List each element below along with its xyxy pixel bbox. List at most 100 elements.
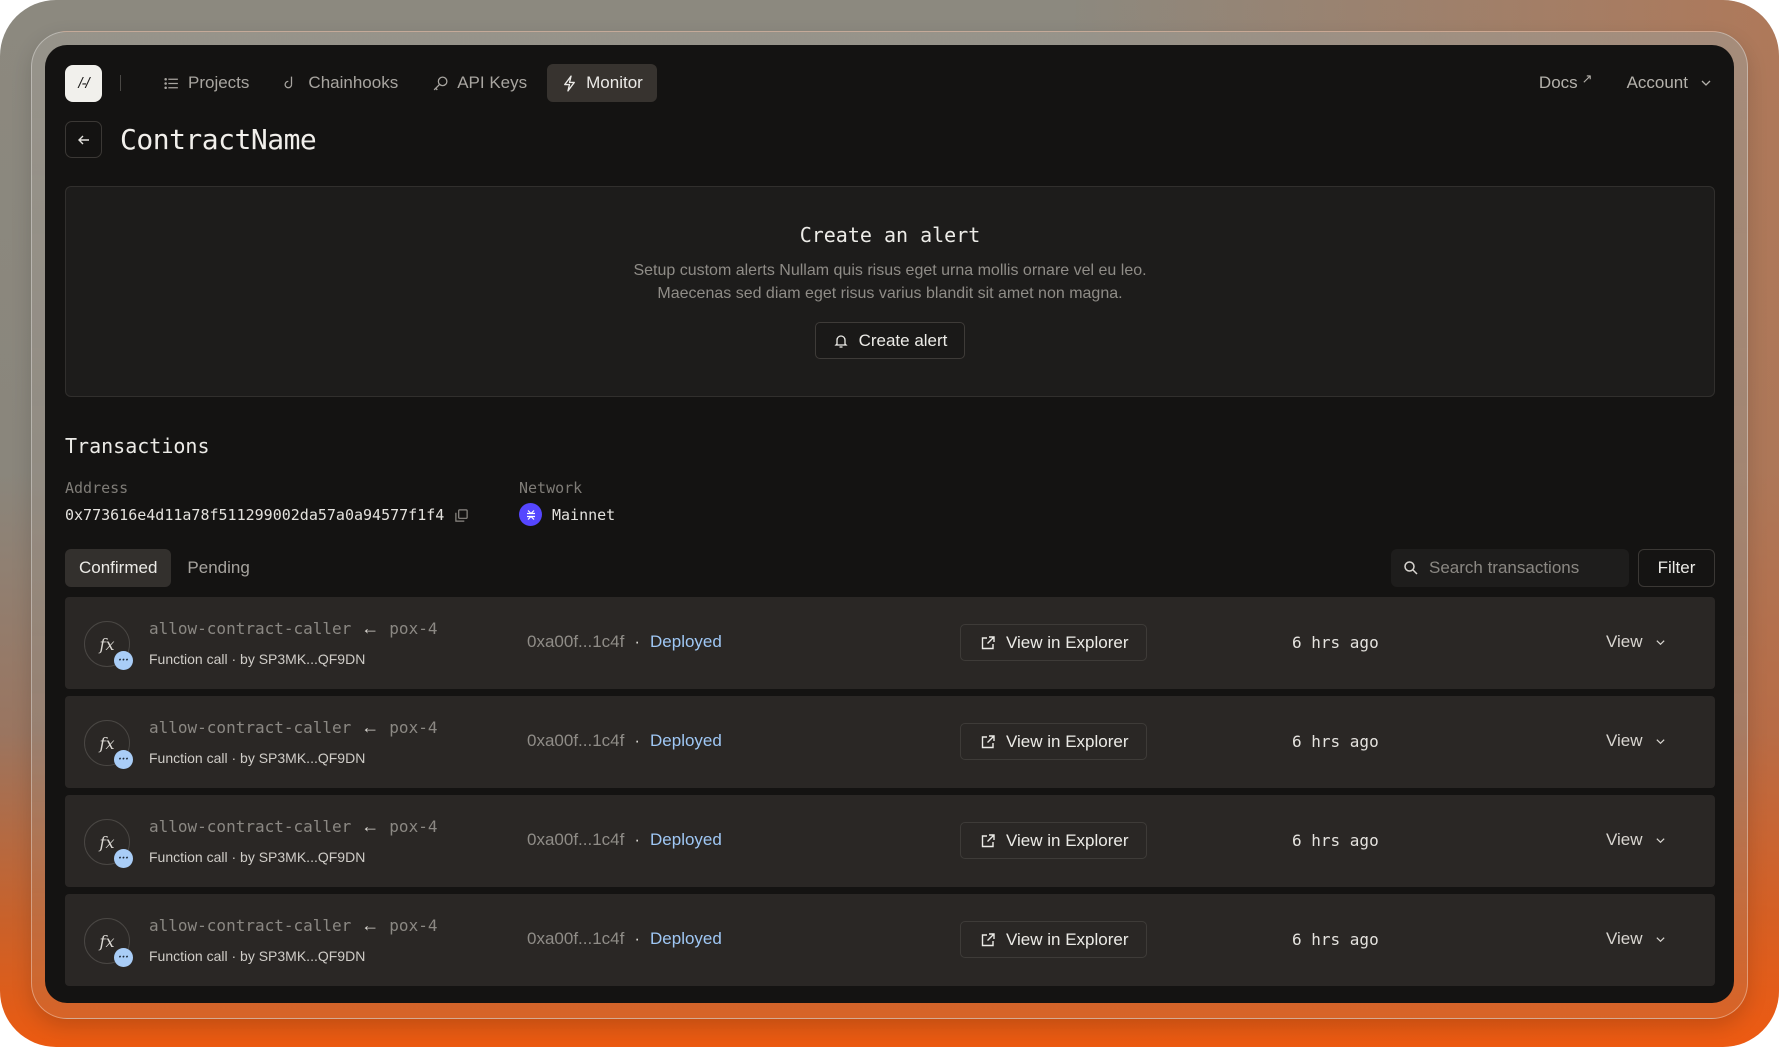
app-window: /-/ Projects Chainhooks API Keys Monitor… (45, 45, 1734, 1003)
tx-hash: 0xa00f...1c4f (527, 830, 625, 849)
tx-hash-line: 0xa00f...1c4f · Deployed (527, 632, 722, 652)
function-call-icon: fx ··· (84, 720, 133, 769)
bell-icon (834, 334, 848, 348)
dot-separator: · (634, 632, 641, 651)
more-badge-icon: ··· (114, 948, 133, 967)
logo[interactable]: /-/ (65, 64, 102, 102)
nav-divider (120, 75, 121, 91)
call-meta: Function call · by SP3MK...QF9DN (149, 651, 365, 667)
nav-right: Docs ↗ Account (1538, 71, 1714, 93)
transaction-row[interactable]: fx ··· allow-contract-caller ← pox-4 Fun… (65, 597, 1715, 689)
tx-hash-line: 0xa00f...1c4f · Deployed (527, 731, 722, 751)
function-name: allow-contract-caller (149, 916, 352, 935)
dot-separator: · (634, 929, 641, 948)
filter-button[interactable]: Filter (1638, 549, 1715, 587)
alert-description: Setup custom alerts Nullam quis risus eg… (66, 259, 1714, 305)
view-in-explorer-button[interactable]: View in Explorer (960, 822, 1147, 859)
function-name: allow-contract-caller (149, 817, 352, 836)
back-button[interactable] (65, 121, 102, 158)
transaction-row[interactable]: fx ··· allow-contract-caller ← pox-4 Fun… (65, 795, 1715, 887)
call-meta: Function call · by SP3MK...QF9DN (149, 849, 365, 865)
function-name: allow-contract-caller (149, 619, 352, 638)
alert-desc-line: Setup custom alerts Nullam quis risus eg… (633, 262, 1147, 279)
caller: by SP3MK...QF9DN (240, 849, 366, 865)
account-menu[interactable]: Account (1627, 73, 1712, 93)
tab-confirmed[interactable]: Confirmed (65, 549, 172, 587)
nav-item-monitor[interactable]: Monitor (547, 64, 657, 102)
view-in-explorer-button[interactable]: View in Explorer (960, 624, 1147, 661)
arrow-left-icon: ← (361, 618, 380, 638)
tab-pending[interactable]: Pending (173, 549, 263, 587)
dot-separator: · (634, 830, 641, 849)
nav-item-projects[interactable]: Projects (149, 64, 263, 102)
external-link-icon (981, 734, 995, 748)
network-value: Mainnet (552, 505, 616, 524)
address-value: 0x773616e4d11a78f511299002da57a0a94577f1… (65, 506, 445, 524)
more-badge-icon: ··· (114, 750, 133, 769)
call-type: Function call (149, 750, 228, 766)
nav-item-api-keys[interactable]: API Keys (418, 64, 541, 102)
explorer-label: View in Explorer (1006, 632, 1129, 652)
tx-hash-line: 0xa00f...1c4f · Deployed (527, 929, 722, 949)
function-call-icon: fx ··· (84, 918, 133, 967)
dot-separator: · (231, 849, 241, 865)
tx-hash-line: 0xa00f...1c4f · Deployed (527, 830, 722, 850)
arrow-left-icon: ← (361, 717, 380, 737)
contract-name: pox-4 (389, 817, 438, 836)
docs-label: Docs (1538, 73, 1578, 92)
external-link-icon (981, 635, 995, 649)
function-call-icon: fx ··· (84, 621, 133, 670)
function-call-icon: fx ··· (84, 819, 133, 868)
tx-hash: 0xa00f...1c4f (527, 929, 625, 948)
call-type: Function call (149, 948, 228, 964)
docs-link[interactable]: Docs ↗ (1538, 71, 1593, 93)
page-header: ContractName (65, 121, 317, 158)
caller: by SP3MK...QF9DN (240, 948, 366, 964)
view-dropdown[interactable]: View (1606, 830, 1666, 850)
timestamp: 6 hrs ago (1292, 633, 1379, 652)
create-alert-button[interactable]: Create alert (814, 322, 966, 359)
dot-separator: · (231, 948, 241, 964)
call-meta: Function call · by SP3MK...QF9DN (149, 948, 365, 964)
network-field: Mainnet (519, 503, 615, 526)
explorer-label: View in Explorer (1006, 731, 1129, 751)
view-dropdown[interactable]: View (1606, 632, 1666, 652)
alert-desc-line: Maecenas sed diam eget risus varius blan… (657, 285, 1123, 302)
timestamp: 6 hrs ago (1292, 930, 1379, 949)
contract-name: pox-4 (389, 916, 438, 935)
chevron-down-icon (1655, 837, 1665, 843)
view-in-explorer-button[interactable]: View in Explorer (960, 921, 1147, 958)
nav-item-label: Chainhooks (308, 73, 399, 92)
network-label: Network (519, 479, 583, 497)
bolt-icon (564, 74, 576, 92)
function-line: allow-contract-caller ← pox-4 (149, 915, 437, 936)
search-input[interactable] (1429, 558, 1609, 578)
caller: by SP3MK...QF9DN (240, 750, 366, 766)
transaction-row[interactable]: fx ··· allow-contract-caller ← pox-4 Fun… (65, 696, 1715, 788)
nav-item-chainhooks[interactable]: Chainhooks (269, 64, 412, 102)
nav-item-label: API Keys (457, 73, 528, 92)
address-label: Address (65, 479, 129, 497)
key-icon (433, 75, 448, 90)
copy-icon[interactable] (454, 508, 469, 523)
call-type: Function call (149, 849, 228, 865)
transaction-list: fx ··· allow-contract-caller ← pox-4 Fun… (65, 597, 1715, 993)
more-badge-icon: ··· (114, 651, 133, 670)
create-alert-label: Create alert (858, 330, 948, 350)
view-label: View (1606, 929, 1643, 948)
function-line: allow-contract-caller ← pox-4 (149, 717, 437, 738)
more-badge-icon: ··· (114, 849, 133, 868)
view-dropdown[interactable]: View (1606, 731, 1666, 751)
stacks-network-icon (519, 503, 542, 526)
contract-name: pox-4 (389, 619, 438, 638)
arrow-left-icon (77, 135, 89, 144)
chevron-down-icon (1655, 936, 1665, 942)
status-badge: Deployed (650, 632, 722, 651)
caller: by SP3MK...QF9DN (240, 651, 366, 667)
top-nav: /-/ Projects Chainhooks API Keys Monitor… (65, 64, 1714, 102)
view-in-explorer-button[interactable]: View in Explorer (960, 723, 1147, 760)
view-dropdown[interactable]: View (1606, 929, 1666, 949)
transaction-row[interactable]: fx ··· allow-contract-caller ← pox-4 Fun… (65, 894, 1715, 986)
call-meta: Function call · by SP3MK...QF9DN (149, 750, 365, 766)
hook-icon (284, 76, 293, 88)
